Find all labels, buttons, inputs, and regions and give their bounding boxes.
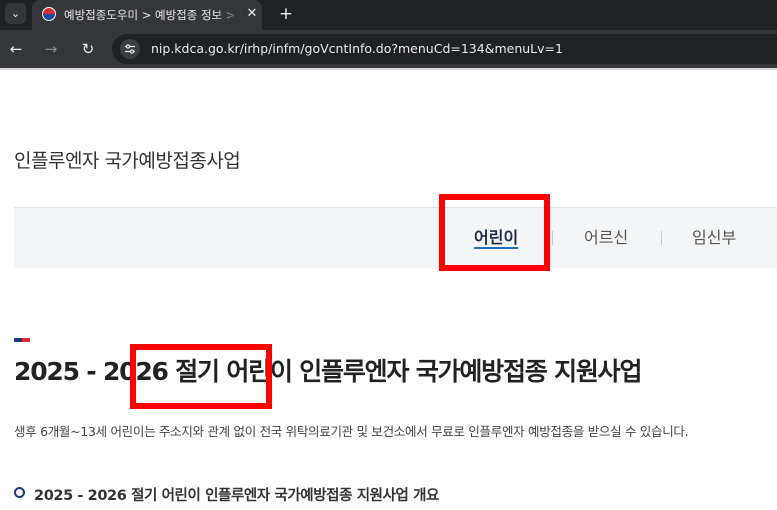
- tab-elderly[interactable]: 어르신: [584, 228, 628, 248]
- accent-navy: [14, 338, 22, 342]
- tab-search-button[interactable]: ⌄: [5, 3, 26, 24]
- section-description: 생후 6개월~13세 어린이는 주소지와 관계 없이 전국 위탁의료기관 및 보…: [14, 424, 689, 439]
- back-button[interactable]: ←: [5, 38, 27, 60]
- tab-pregnant[interactable]: 임신부: [692, 228, 736, 248]
- korea-government-icon: [42, 7, 56, 21]
- page-divider: [0, 68, 777, 70]
- highlight-box-child-tab: [439, 194, 550, 271]
- highlight-box-title-phrase: [130, 344, 272, 409]
- address-bar[interactable]: nip.kdca.go.kr/irhp/infm/goVcntInfo.do?m…: [112, 34, 777, 64]
- tab-title: 예방접종도우미 > 예방접종 정보 > 인플루엔자: [64, 8, 242, 22]
- url-text: nip.kdca.go.kr/irhp/infm/goVcntInfo.do?m…: [151, 41, 563, 56]
- tune-icon: [125, 44, 135, 54]
- browser-tab-strip: ⌄ 예방접종도우미 > 예방접종 정보 > 인플루엔자 ✕ +: [0, 0, 777, 30]
- page-title: 인플루엔자 국가예방접종사업: [14, 150, 241, 172]
- accent-red: [22, 338, 30, 342]
- tab-separator: [661, 231, 662, 245]
- browser-toolbar: ← → ↻ nip.kdca.go.kr/irhp/infm/goVcntInf…: [0, 30, 777, 68]
- section-title: 2025 - 2026 절기 어린이 인플루엔자 국가예방접종 지원사업: [14, 357, 642, 386]
- browser-tab[interactable]: 예방접종도우미 > 예방접종 정보 > 인플루엔자 ✕: [32, 0, 262, 30]
- forward-button[interactable]: →: [40, 38, 62, 60]
- tab-separator: [552, 231, 553, 245]
- new-tab-button[interactable]: +: [276, 4, 296, 24]
- sub-heading-text: 2025 - 2026 절기 어린이 인플루엔자 국가예방접종 지원사업 개요: [34, 488, 439, 504]
- circle-bullet-icon: [14, 487, 25, 498]
- site-info-button[interactable]: [120, 39, 140, 59]
- close-icon[interactable]: ✕: [244, 6, 260, 22]
- section-accent-bar: [14, 338, 30, 342]
- reload-button[interactable]: ↻: [77, 38, 99, 60]
- target-tab-nav: 어린이 어르신 임신부: [14, 207, 777, 268]
